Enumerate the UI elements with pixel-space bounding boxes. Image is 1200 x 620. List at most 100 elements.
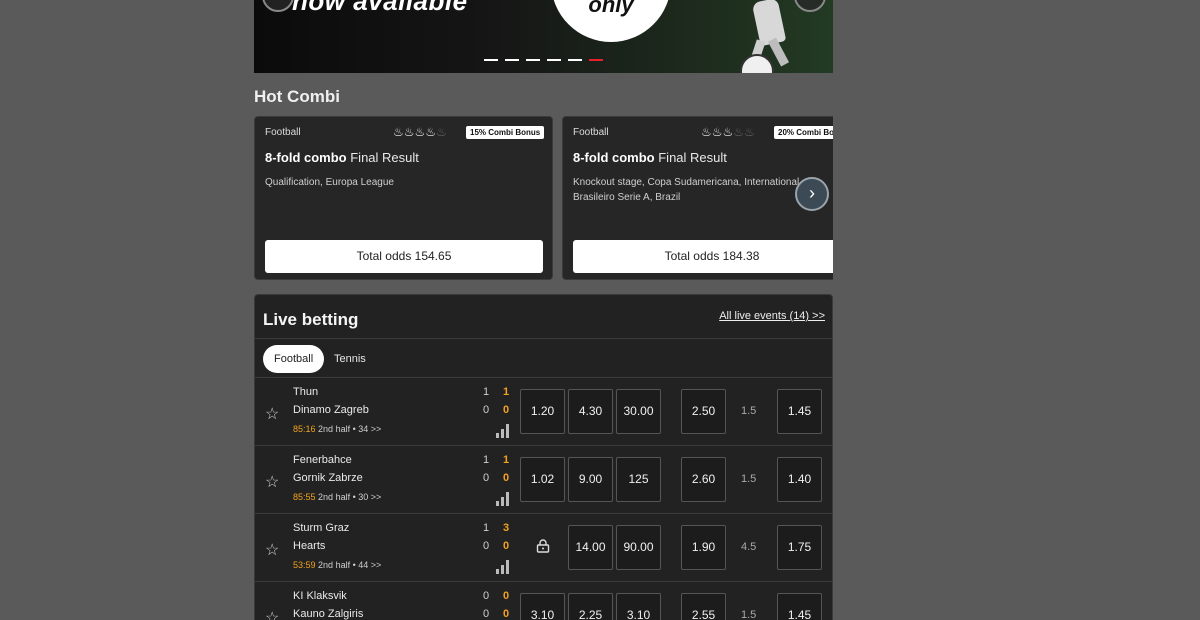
combi-headline: 8-fold combo Final Result <box>265 150 419 165</box>
match-period: 2nd half • 44 >> <box>318 560 382 570</box>
combi-market: Final Result <box>350 150 419 165</box>
odd-draw[interactable]: 4.30 <box>568 389 613 434</box>
home-set-score: 1 <box>483 522 490 534</box>
all-live-events-link[interactable]: All live events (14) >> <box>719 310 825 322</box>
chevron-right-icon[interactable]: › <box>795 177 829 211</box>
odd-under[interactable]: 1.45 <box>777 593 822 620</box>
home-goals: 1 <box>503 386 510 398</box>
banner-dot[interactable] <box>526 59 540 61</box>
match-info[interactable]: 85:16 2nd half • 34 >> <box>293 424 381 434</box>
stats-icon[interactable] <box>496 558 512 574</box>
banner-prev-button[interactable] <box>262 0 294 12</box>
home-team: Thun <box>293 386 319 398</box>
combi-card[interactable]: Football ♨♨♨♨♨ 15% Combi Bonus 8-fold co… <box>254 116 553 280</box>
away-goals: 0 <box>503 608 510 620</box>
handicap-line: 1.5 <box>741 609 757 620</box>
star-icon[interactable]: ☆ <box>265 608 279 620</box>
lock-icon <box>536 539 550 553</box>
live-betting-panel: Live betting All live events (14) >> Foo… <box>254 294 833 620</box>
combi-sport: Football <box>265 127 301 138</box>
combi-fold: 8-fold combo <box>573 150 655 165</box>
star-icon[interactable]: ☆ <box>265 472 279 492</box>
combi-bonus-badge: 15% Combi Bonus <box>466 126 545 139</box>
combi-fold: 8-fold combo <box>265 150 347 165</box>
match-info[interactable]: 53:59 2nd half • 44 >> <box>293 560 381 570</box>
away-set-score: 0 <box>483 472 490 484</box>
odd-under[interactable]: 1.75 <box>777 525 822 570</box>
combi-total-odds-button[interactable]: Total odds 154.65 <box>265 240 543 273</box>
odd-under[interactable]: 1.45 <box>777 389 822 434</box>
home-set-score: 0 <box>483 590 490 602</box>
banner-pagination <box>484 59 603 61</box>
banner-dot[interactable] <box>547 59 561 61</box>
odd-away[interactable]: 90.00 <box>616 525 661 570</box>
odd-draw[interactable]: 2.25 <box>568 593 613 620</box>
match-clock: 85:16 <box>293 424 316 434</box>
match-clock: 85:55 <box>293 492 316 502</box>
odd-under[interactable]: 1.40 <box>777 457 822 502</box>
odd-home[interactable]: 1.20 <box>520 389 565 434</box>
banner-dot[interactable] <box>505 59 519 61</box>
banner-dot[interactable] <box>568 59 582 61</box>
hot-combi-title: Hot Combi <box>254 87 340 106</box>
banner-badge-text: only <box>588 0 634 17</box>
stats-icon[interactable] <box>496 490 512 506</box>
sport-tabs: Football Tennis <box>255 339 832 378</box>
odd-home[interactable]: 3.10 <box>520 593 565 620</box>
away-goals: 0 <box>503 472 510 484</box>
match-info[interactable]: 85:55 2nd half • 30 >> <box>293 492 381 502</box>
match-row[interactable]: ☆ KI Klaksvik Kauno Zalgiris 0 0 0 0 3.1… <box>255 582 832 620</box>
stats-icon[interactable] <box>496 422 512 438</box>
odd-over[interactable]: 2.60 <box>681 457 726 502</box>
odd-away[interactable]: 3.10 <box>616 593 661 620</box>
banner-badge: only <box>551 0 671 42</box>
combi-bonus-badge: 20% Combi Bo <box>774 126 833 139</box>
home-set-score: 1 <box>483 454 490 466</box>
odd-over[interactable]: 2.55 <box>681 593 726 620</box>
home-goals: 3 <box>503 522 510 534</box>
away-team: Dinamo Zagreb <box>293 404 369 416</box>
match-row[interactable]: ☆ Fenerbahce Gornik Zabrze 85:55 2nd hal… <box>255 446 832 514</box>
home-set-score: 1 <box>483 386 490 398</box>
handicap-line: 1.5 <box>741 405 757 417</box>
odd-home[interactable]: 1.02 <box>520 457 565 502</box>
match-row[interactable]: ☆ Thun Dinamo Zagreb 85:16 2nd half • 34… <box>255 378 832 446</box>
away-team: Kauno Zalgiris <box>293 608 364 620</box>
star-icon[interactable]: ☆ <box>265 540 279 560</box>
banner-dot-active[interactable] <box>589 59 603 61</box>
away-team: Hearts <box>293 540 326 552</box>
tab-tennis[interactable]: Tennis <box>323 345 377 373</box>
combi-total-odds-button[interactable]: Total odds 184.38 <box>573 240 833 273</box>
match-period: 2nd half • 30 >> <box>318 492 382 502</box>
banner-dot[interactable] <box>484 59 498 61</box>
combi-headline: 8-fold combo Final Result <box>573 150 727 165</box>
live-betting-title: Live betting <box>263 310 359 329</box>
home-goals: 0 <box>503 590 510 602</box>
combi-card[interactable]: Football ♨♨♨♨♨ 20% Combi Bo 8-fold combo… <box>562 116 833 280</box>
handicap-line: 1.5 <box>741 473 757 485</box>
odd-over[interactable]: 2.50 <box>681 389 726 434</box>
home-team: Fenerbahce <box>293 454 352 466</box>
home-goals: 1 <box>503 454 510 466</box>
odd-draw[interactable]: 14.00 <box>568 525 613 570</box>
away-team: Gornik Zabrze <box>293 472 363 484</box>
odd-away[interactable]: 30.00 <box>616 389 661 434</box>
banner-headline: now available <box>292 0 468 16</box>
combi-sport: Football <box>573 127 609 138</box>
flame-rating-icon: ♨♨♨♨♨ <box>701 125 755 139</box>
combi-description: Knockout stage, Copa Sudamericana, Inter… <box>573 177 800 203</box>
combi-description: Qualification, Europa League <box>265 177 394 188</box>
odd-over[interactable]: 1.90 <box>681 525 726 570</box>
home-team: Sturm Graz <box>293 522 350 534</box>
away-goals: 0 <box>503 540 510 552</box>
match-row[interactable]: ☆ Sturm Graz Hearts 53:59 2nd half • 44 … <box>255 514 832 582</box>
star-icon[interactable]: ☆ <box>265 404 279 424</box>
away-goals: 0 <box>503 404 510 416</box>
odd-draw[interactable]: 9.00 <box>568 457 613 502</box>
handicap-line: 4.5 <box>741 541 757 553</box>
match-clock: 53:59 <box>293 560 316 570</box>
promo-banner[interactable]: now available only <box>254 0 833 73</box>
match-period: 2nd half • 34 >> <box>318 424 382 434</box>
odd-away[interactable]: 125 <box>616 457 661 502</box>
tab-football[interactable]: Football <box>263 345 325 373</box>
